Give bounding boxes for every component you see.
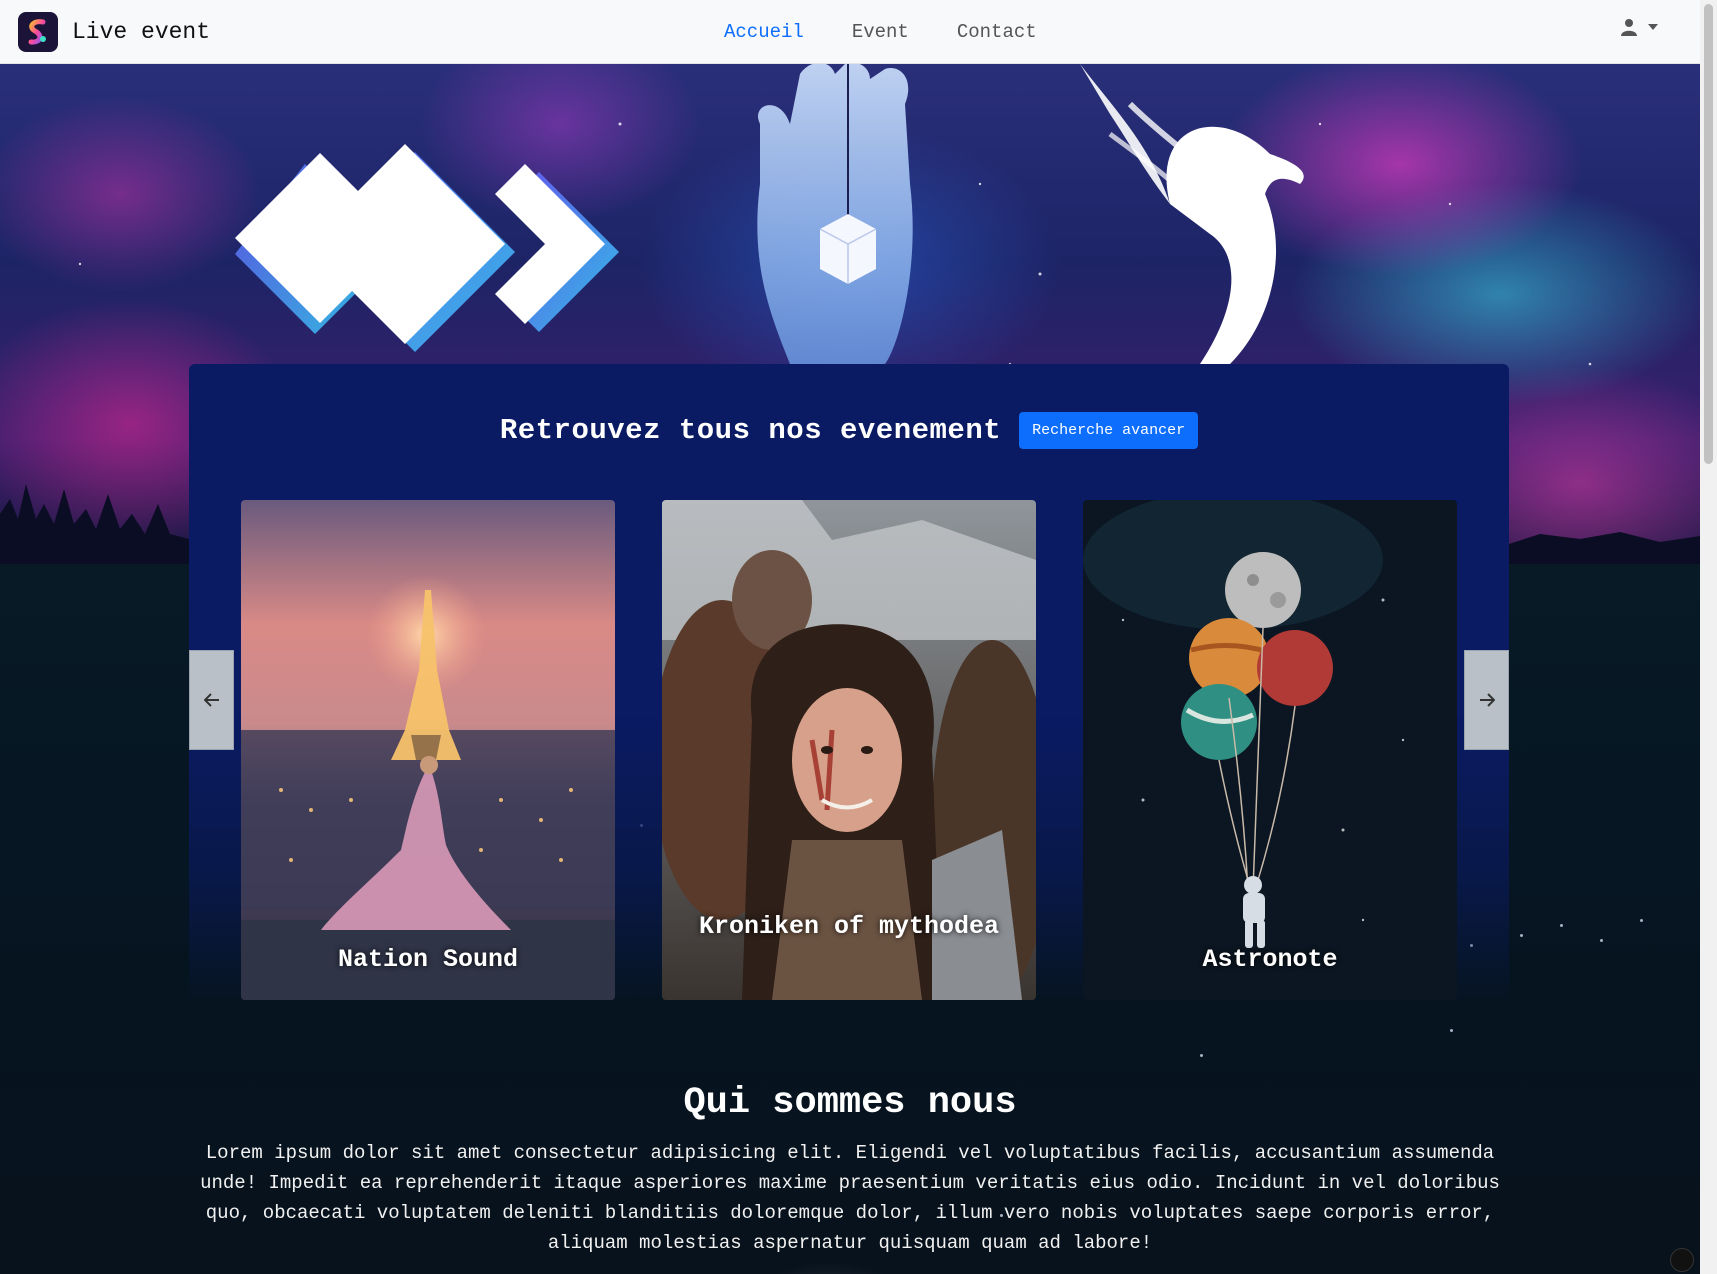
arrow-left-icon	[203, 693, 219, 707]
astronaut-planets-image	[1083, 500, 1457, 1000]
navbar: Live event Accueil Event Contact	[0, 0, 1700, 64]
nav-link-accueil[interactable]: Accueil	[700, 21, 828, 43]
caret-down-icon	[1648, 24, 1658, 30]
user-icon	[1621, 19, 1637, 36]
debug-toolbar-icon[interactable]	[1670, 1248, 1694, 1272]
event-card-astronote[interactable]: Astronote	[1083, 500, 1457, 1000]
about-text: Lorem ipsum dolor sit amet consectetur a…	[200, 1142, 1500, 1254]
main-nav: Accueil Event Contact	[700, 0, 1061, 64]
user-menu-dropdown[interactable]	[1620, 18, 1658, 36]
phoenix-bird-icon	[1080, 64, 1304, 364]
events-title: Retrouvez tous nos evenement	[499, 414, 1002, 447]
nav-link-contact[interactable]: Contact	[933, 21, 1061, 43]
events-heading: Retrouvez tous nos evenement Recherche a…	[189, 412, 1509, 449]
event-card-title: Kroniken of mythodea	[698, 912, 1000, 941]
about-title: Qui sommes nous	[683, 1082, 1017, 1124]
swirl-logo-icon	[18, 11, 58, 52]
event-card-nation-sound[interactable]: Nation Sound	[241, 500, 615, 1000]
event-card-title: Astronote	[1202, 945, 1338, 974]
brand-link[interactable]: Live event	[18, 11, 211, 52]
event-card-kroniken-of-mythodea[interactable]: Kroniken of mythodea	[662, 500, 1036, 1000]
events-section: Retrouvez tous nos evenement Recherche a…	[189, 364, 1509, 1004]
nav-link-event[interactable]: Event	[828, 21, 933, 43]
arrow-right-icon	[1479, 693, 1495, 707]
event-card-title: Nation Sound	[337, 945, 519, 974]
carousel-prev-button[interactable]	[189, 650, 234, 750]
crystal-hand-icon	[757, 64, 913, 364]
page-scrollbar[interactable]	[1700, 0, 1717, 1274]
brand-title: Live event	[72, 18, 211, 45]
eiffel-tower-image	[241, 500, 615, 1000]
scrollbar-thumb[interactable]	[1704, 4, 1713, 464]
diamond-logo-icon	[235, 144, 619, 352]
carousel-next-button[interactable]	[1464, 650, 1509, 750]
advanced-search-button[interactable]: Recherche avancer	[1019, 412, 1199, 449]
